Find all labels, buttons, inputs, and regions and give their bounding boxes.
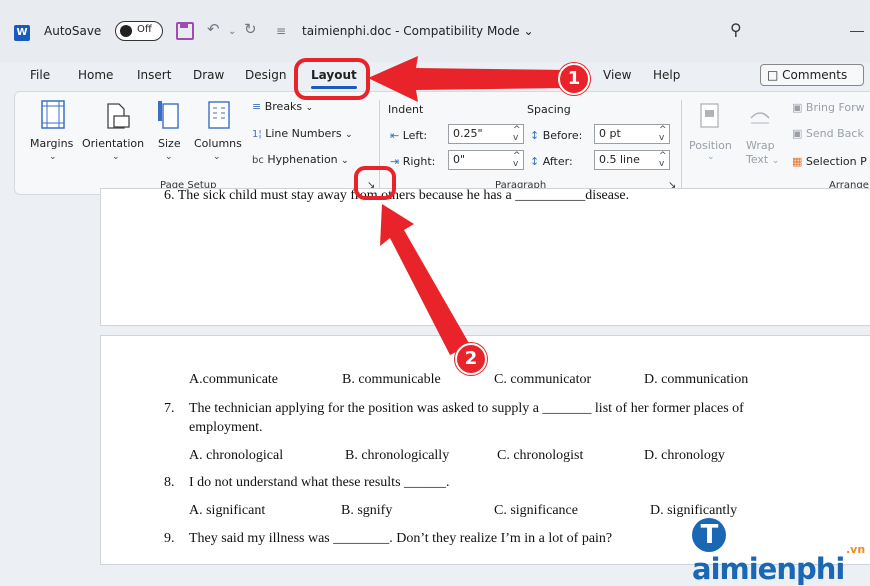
annotation-badge-2: 2 (455, 343, 487, 375)
arrow-2-icon (380, 204, 470, 355)
layout-tab-highlight (294, 58, 370, 100)
arrow-1-icon (368, 56, 568, 102)
logo-domain: .vn (846, 543, 866, 556)
launcher-highlight (354, 166, 396, 200)
annotation-overlay (294, 56, 568, 355)
taimienphi-logo: Taimienphi (692, 518, 845, 586)
annotation-badge-1: 1 (558, 63, 590, 95)
